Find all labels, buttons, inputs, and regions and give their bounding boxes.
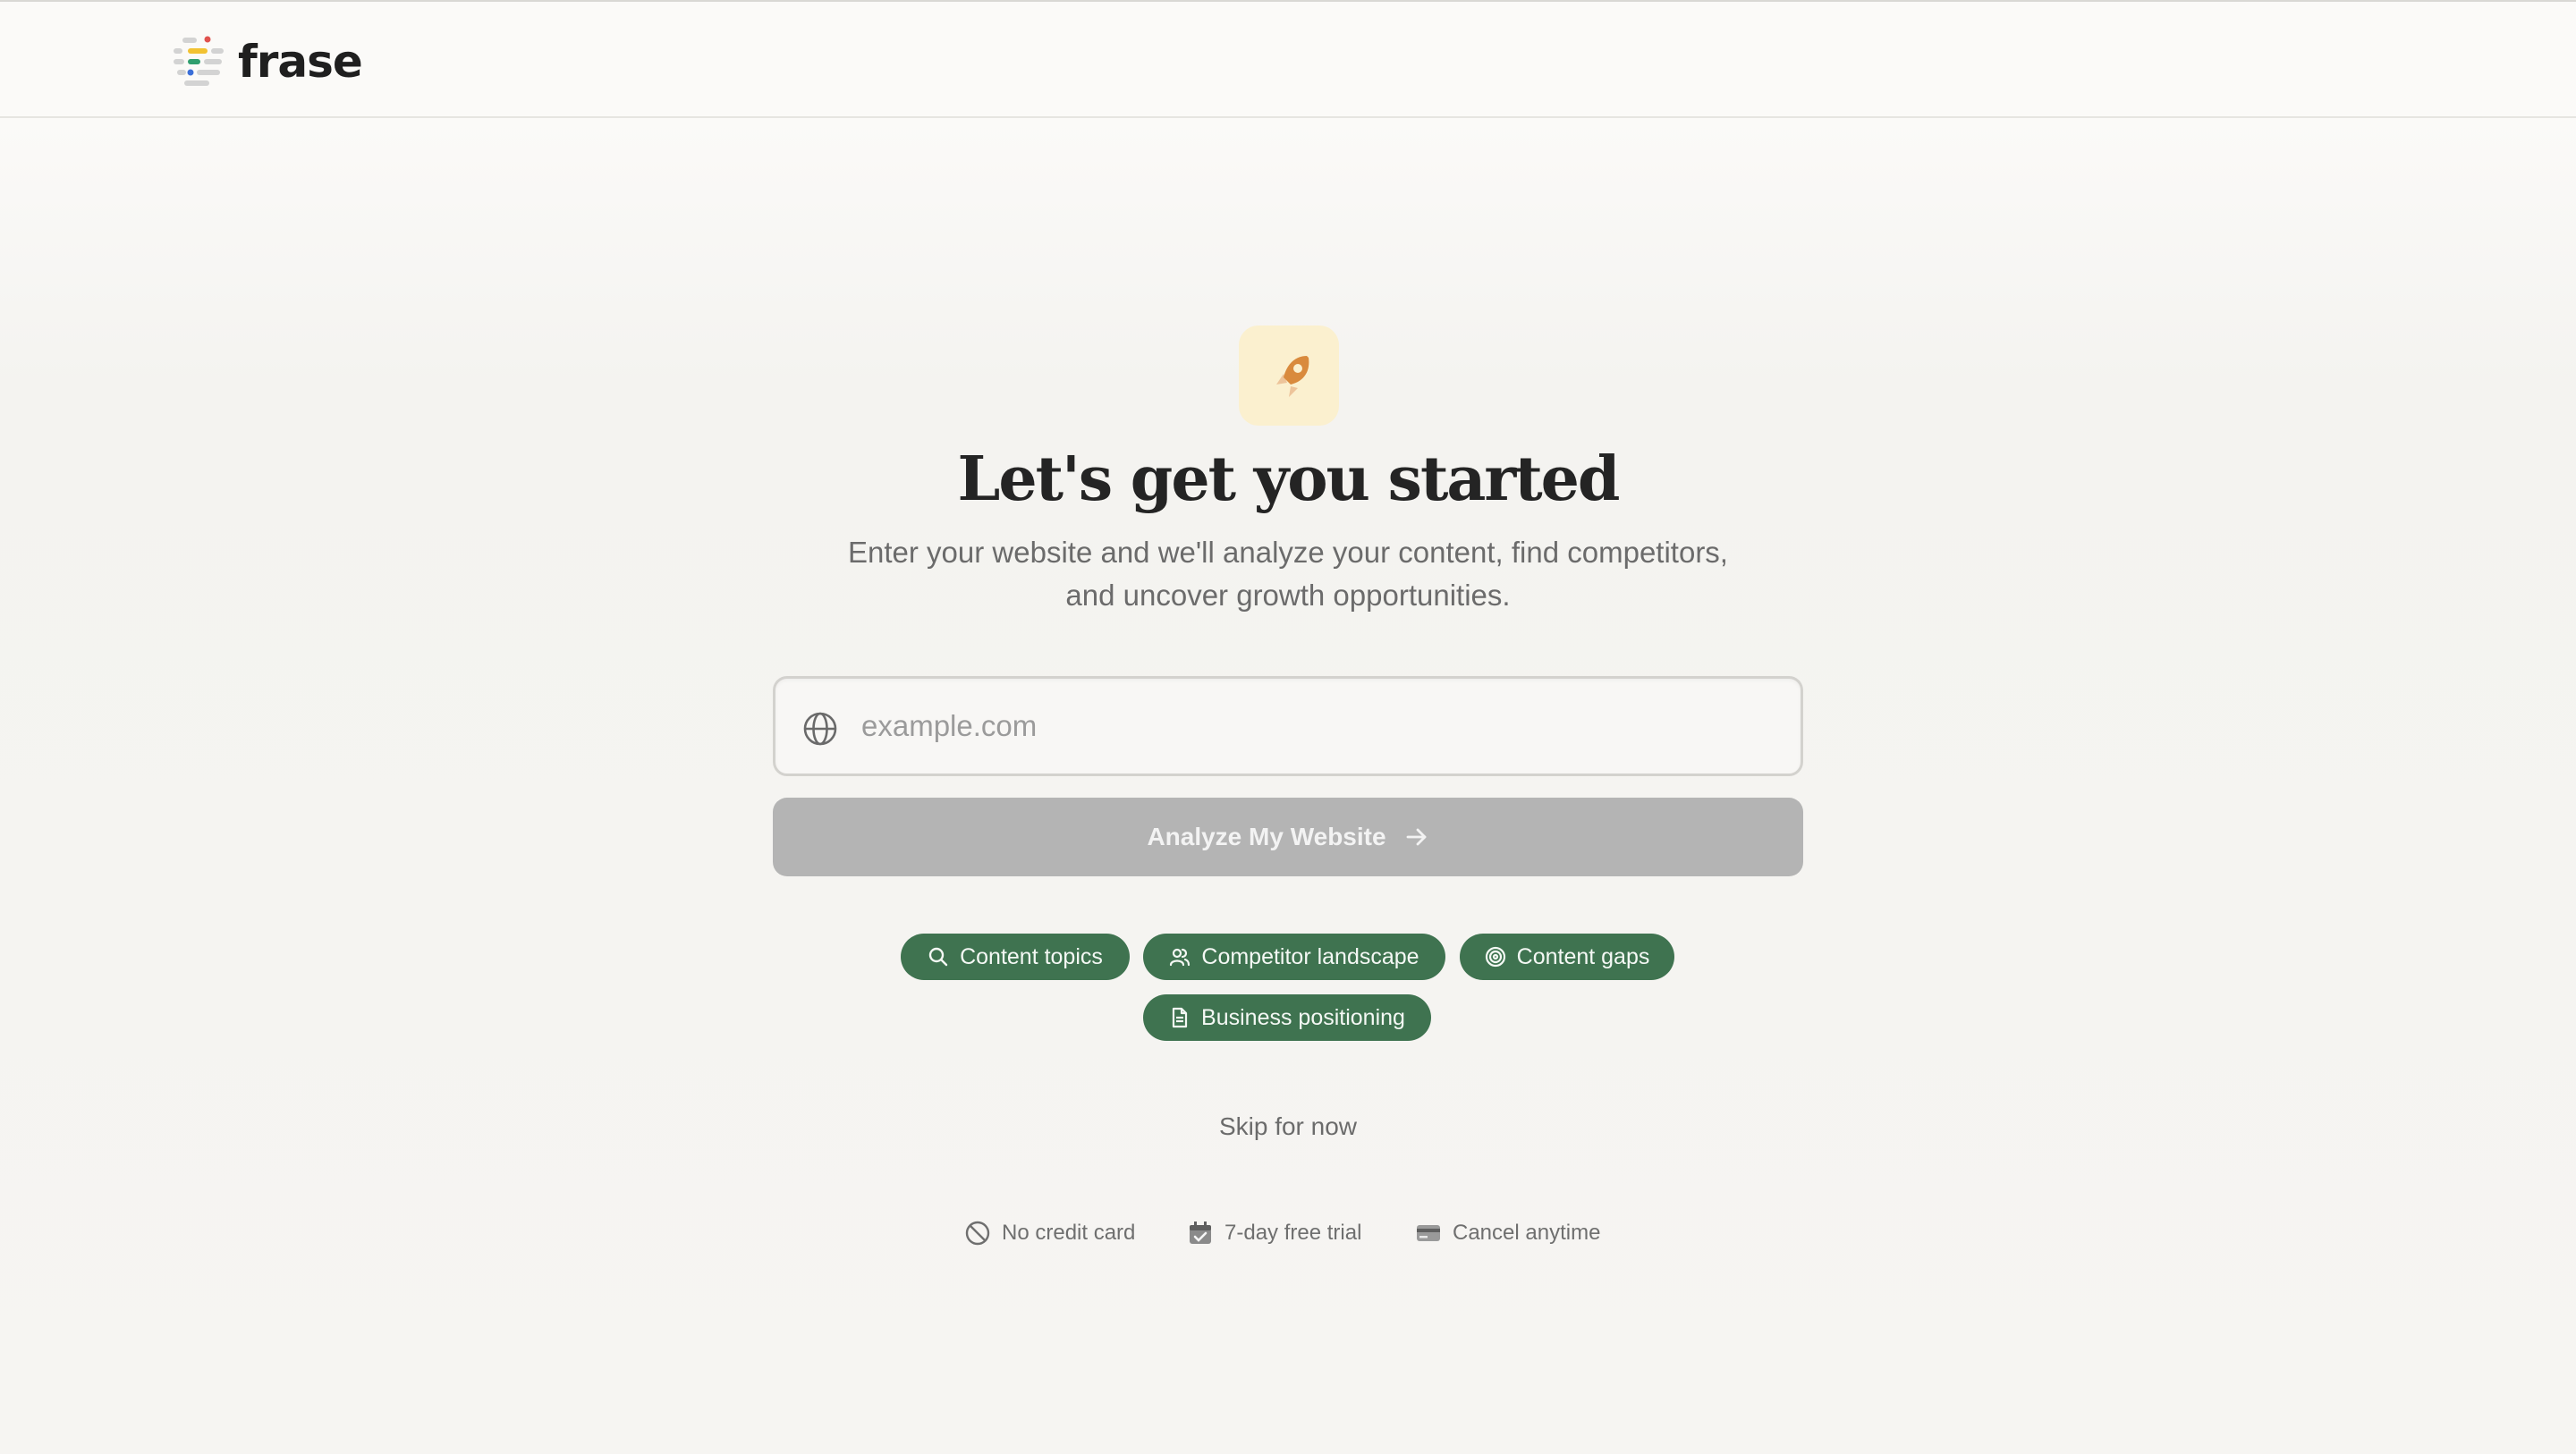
page-subtitle: Enter your website and we'll analyze you… bbox=[848, 536, 1728, 612]
document-icon bbox=[1172, 1007, 1188, 1028]
analyze-button-label: Analyze My Website bbox=[1147, 823, 1386, 850]
chip-competitor-landscape: Competitor landscape bbox=[1143, 934, 1445, 980]
page-title: Let's get you started bbox=[957, 444, 1621, 515]
rocket-badge bbox=[1239, 325, 1339, 426]
chip-business-positioning: Business positioning bbox=[1143, 994, 1431, 1041]
chip-label: Content gaps bbox=[1516, 943, 1650, 969]
target-icon bbox=[1485, 946, 1505, 968]
perk-label: Cancel anytime bbox=[1453, 1221, 1601, 1245]
frase-logo-icon bbox=[174, 36, 224, 86]
onboarding-hero bbox=[0, 118, 2576, 1454]
skip-for-now-link[interactable]: Skip for now bbox=[1154, 1112, 1422, 1141]
arrow-right-icon bbox=[1406, 828, 1426, 846]
website-url-input[interactable] bbox=[861, 679, 1774, 773]
website-url-field[interactable] bbox=[773, 676, 1803, 776]
chip-content-gaps: Content gaps bbox=[1460, 934, 1674, 980]
credit-card-icon bbox=[1417, 1225, 1440, 1241]
prohibited-icon bbox=[965, 1221, 990, 1246]
chip-content-topics: Content topics bbox=[901, 934, 1130, 980]
globe-icon bbox=[803, 712, 837, 746]
chip-label: Competitor landscape bbox=[1201, 943, 1419, 969]
search-icon bbox=[928, 947, 948, 967]
frase-logo[interactable]: frase bbox=[172, 34, 363, 89]
rocket-icon bbox=[1276, 356, 1309, 397]
chip-label: Content topics bbox=[960, 943, 1103, 969]
perk-cancel-anytime: Cancel anytime bbox=[1415, 1218, 1600, 1248]
logo-text: frase bbox=[238, 36, 363, 88]
calendar-check-icon bbox=[1190, 1222, 1211, 1244]
perk-label: 7-day free trial bbox=[1224, 1221, 1362, 1245]
perk-no-credit-card: No credit card bbox=[964, 1218, 1135, 1248]
chip-label: Business positioning bbox=[1201, 1004, 1405, 1030]
analyze-website-button[interactable]: Analyze My Website bbox=[773, 798, 1803, 876]
top-bar: frase bbox=[0, 0, 2576, 118]
perk-label: No credit card bbox=[1002, 1221, 1136, 1245]
users-icon bbox=[1170, 948, 1191, 967]
perk-free-trial: 7-day free trial bbox=[1187, 1218, 1361, 1248]
